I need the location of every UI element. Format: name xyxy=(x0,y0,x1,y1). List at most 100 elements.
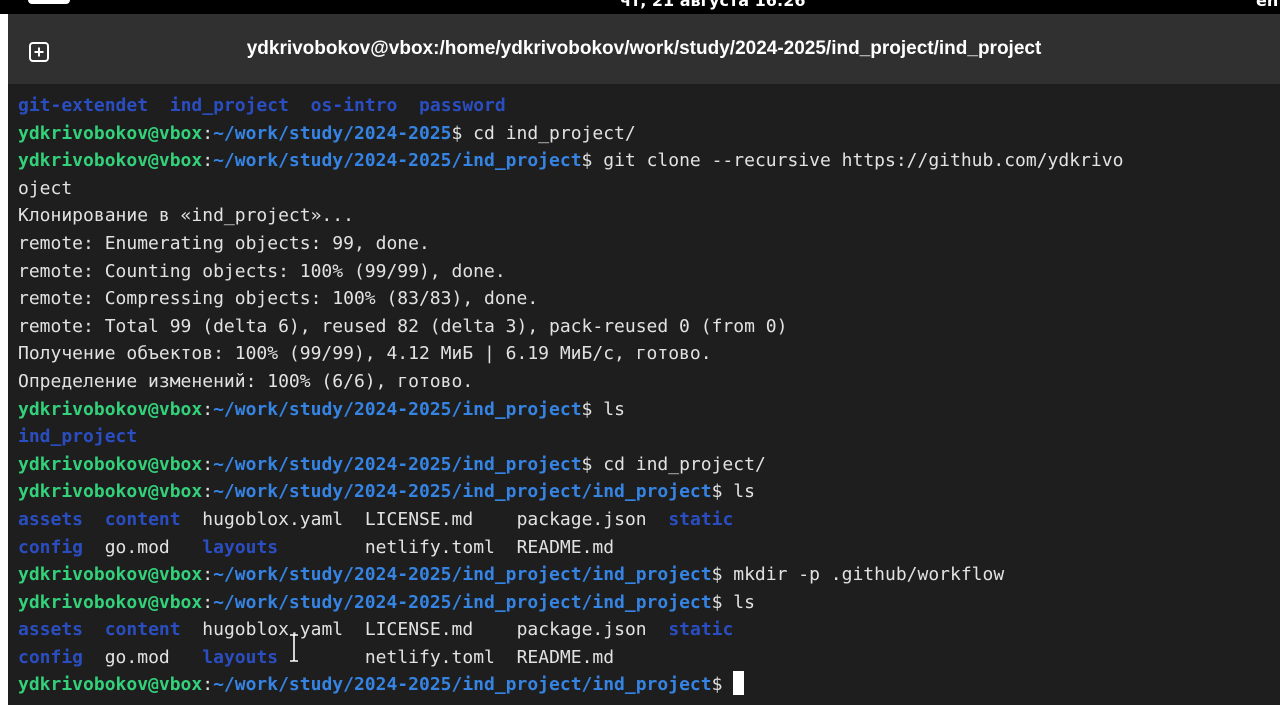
directory-entry: assets xyxy=(18,508,84,530)
spacing xyxy=(647,509,669,530)
file-entry: LICENSE.md xyxy=(364,619,474,641)
terminal-prompt-line: ydkrivobokov@vbox:~/work/study/2024-2025… xyxy=(18,671,1280,699)
output-text: Определение изменений: 100% (6/6), готов… xyxy=(18,370,474,392)
file-entry: README.md xyxy=(516,646,615,668)
terminal-output[interactable]: git-extendet ind_project os-intro passwo… xyxy=(18,92,1280,705)
spacing xyxy=(495,647,517,668)
text-ibeam-cursor-icon xyxy=(290,634,298,662)
file-entry: go.mod xyxy=(104,536,170,558)
file-entry: hugoblox.yaml xyxy=(202,619,344,641)
prompt-command: cd ind_project/ xyxy=(462,122,636,144)
prompt-user-host: ydkrivobokov@vbox xyxy=(18,674,203,696)
spacing xyxy=(278,537,365,558)
spacing xyxy=(170,647,203,668)
prompt-user-host: ydkrivobokov@vbox xyxy=(18,150,203,172)
prompt-separator: : xyxy=(202,481,214,503)
prompt-user-host: ydkrivobokov@vbox xyxy=(18,453,203,475)
directory-entry: config xyxy=(18,646,84,668)
directory-entry: config xyxy=(18,536,84,558)
terminal-prompt-line: ydkrivobokov@vbox:~/work/study/2024-2025… xyxy=(18,451,1280,479)
directory-entry: git-extendet xyxy=(18,95,149,116)
spacing xyxy=(647,619,669,640)
window-titlebar[interactable]: ydkrivobokov@vbox:/home/ydkrivobokov/wor… xyxy=(8,14,1280,84)
prompt-separator: : xyxy=(202,591,214,613)
prompt-separator: : xyxy=(202,150,214,172)
spacing xyxy=(83,647,105,668)
spacing xyxy=(83,619,105,640)
directory-entry: assets xyxy=(18,619,84,641)
prompt-command: mkdir -p .github/workflow xyxy=(722,564,1005,586)
activities-button[interactable] xyxy=(28,0,70,4)
file-entry: hugoblox.yaml xyxy=(202,508,344,530)
prompt-path: ~/work/study/2024-2025/ind_project xyxy=(213,453,582,475)
spacing xyxy=(473,619,516,640)
prompt-path: ~/work/study/2024-2025/ind_project xyxy=(213,398,582,420)
spacing xyxy=(148,95,170,116)
terminal-listing-line: git-extendet ind_project os-intro passwo… xyxy=(18,92,1280,120)
prompt-separator: : xyxy=(202,398,214,420)
prompt-separator: : xyxy=(202,122,214,144)
prompt-symbol: $ xyxy=(581,150,593,172)
keyboard-layout-indicator[interactable]: en xyxy=(1256,0,1278,10)
terminal-output-line: remote: Enumerating objects: 99, done. xyxy=(18,230,1280,258)
terminal-text-cursor xyxy=(733,671,745,696)
terminal-listing-line: ind_project xyxy=(18,423,1280,451)
output-text: Получение объектов: 100% (99/99), 4.12 М… xyxy=(18,343,712,365)
prompt-command: ls xyxy=(592,398,625,420)
desktop-screen: чт, 21 августа 16:26 en ydkrivobokov@vbo… xyxy=(0,0,1280,705)
output-text: oject xyxy=(18,177,73,199)
prompt-user-host: ydkrivobokov@vbox xyxy=(18,122,203,144)
terminal-output-line: remote: Compressing objects: 100% (83/83… xyxy=(18,285,1280,313)
prompt-command: cd ind_project/ xyxy=(592,453,766,475)
prompt-path: ~/work/study/2024-2025 xyxy=(213,122,452,144)
prompt-command xyxy=(722,674,733,695)
prompt-symbol: $ xyxy=(711,564,723,586)
prompt-separator: : xyxy=(202,564,214,586)
prompt-path: ~/work/study/2024-2025/ind_project/ind_p… xyxy=(213,591,712,613)
system-top-bar: чт, 21 августа 16:26 en xyxy=(0,0,1280,14)
window-title: ydkrivobokov@vbox:/home/ydkrivobokov/wor… xyxy=(246,38,1042,59)
prompt-symbol: $ xyxy=(711,481,723,503)
terminal-output-line: remote: Total 99 (delta 6), reused 82 (d… xyxy=(18,313,1280,341)
spacing xyxy=(397,95,419,116)
terminal-listing-line: assets content hugoblox.yaml LICENSE.md … xyxy=(18,616,1280,644)
system-clock[interactable]: чт, 21 августа 16:26 xyxy=(620,0,806,10)
spacing xyxy=(181,509,203,530)
file-entry: netlify.toml xyxy=(364,646,495,668)
terminal-output-line: remote: Counting objects: 100% (99/99), … xyxy=(18,258,1280,286)
directory-entry: static xyxy=(668,619,734,641)
directory-entry: static xyxy=(668,508,734,530)
output-text: remote: Enumerating objects: 99, done. xyxy=(18,232,430,254)
file-entry: go.mod xyxy=(104,646,170,668)
spacing xyxy=(495,537,517,558)
file-entry: package.json xyxy=(516,619,647,641)
prompt-path: ~/work/study/2024-2025/ind_project/ind_p… xyxy=(213,674,712,696)
terminal-listing-line: config go.mod layouts netlify.toml READM… xyxy=(18,644,1280,672)
spacing xyxy=(181,619,203,640)
spacing xyxy=(289,95,311,116)
directory-entry: content xyxy=(104,619,181,641)
directory-entry: ind_project xyxy=(18,426,138,448)
directory-entry: ind_project xyxy=(169,95,289,116)
file-entry: README.md xyxy=(516,536,615,558)
spacing xyxy=(343,509,365,530)
prompt-path: ~/work/study/2024-2025/ind_project xyxy=(213,150,582,172)
output-text: remote: Counting objects: 100% (99/99), … xyxy=(18,260,506,282)
prompt-symbol: $ xyxy=(451,122,463,144)
output-text: remote: Compressing objects: 100% (83/83… xyxy=(18,288,539,310)
terminal-output-line: Получение объектов: 100% (99/99), 4.12 М… xyxy=(18,340,1280,368)
terminal-prompt-line: ydkrivobokov@vbox:~/work/study/2024-2025… xyxy=(18,147,1280,175)
terminal-output-line: Клонирование в «ind_project»... xyxy=(18,202,1280,230)
file-entry: LICENSE.md xyxy=(364,508,474,530)
prompt-symbol: $ xyxy=(711,674,723,696)
directory-entry: layouts xyxy=(202,646,279,668)
prompt-separator: : xyxy=(202,674,214,696)
output-text: Клонирование в «ind_project»... xyxy=(18,205,354,227)
terminal-prompt-line: ydkrivobokov@vbox:~/work/study/2024-2025… xyxy=(18,478,1280,506)
terminal-window: ydkrivobokov@vbox:/home/ydkrivobokov/wor… xyxy=(8,14,1280,705)
terminal-prompt-line: ydkrivobokov@vbox:~/work/study/2024-2025… xyxy=(18,561,1280,589)
prompt-separator: : xyxy=(202,453,214,475)
prompt-symbol: $ xyxy=(581,453,593,475)
file-entry: netlify.toml xyxy=(364,536,495,558)
prompt-command: ls xyxy=(722,481,755,503)
